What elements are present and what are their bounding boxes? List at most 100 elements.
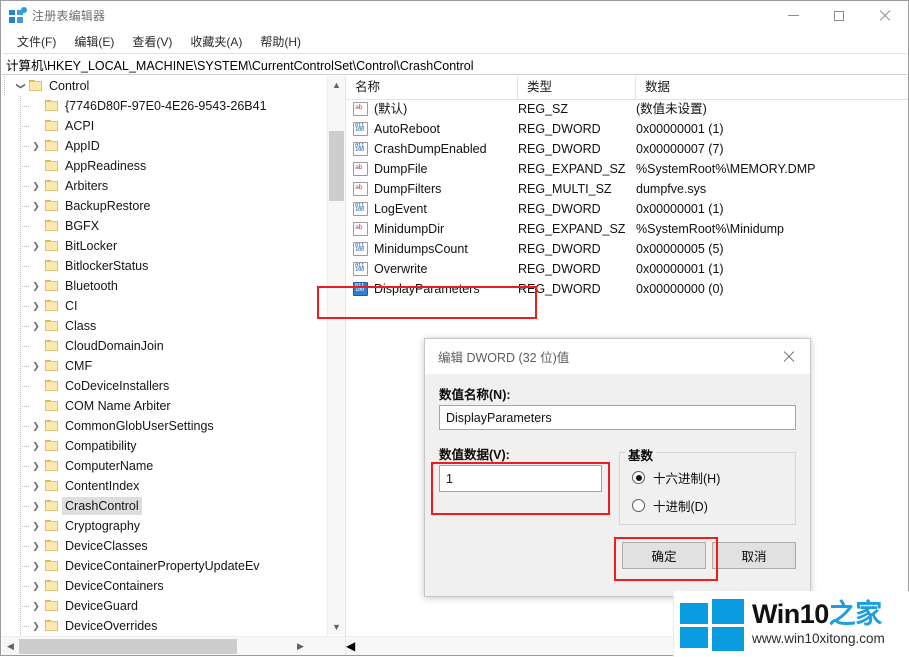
- chevron-right-icon[interactable]: ❯: [28, 198, 44, 214]
- tree-item[interactable]: ❯ ComputerName: [2, 456, 327, 476]
- values-scroll-left-icon[interactable]: ◀: [346, 639, 355, 653]
- column-header-name[interactable]: 名称: [346, 76, 518, 99]
- address-bar[interactable]: 计算机\HKEY_LOCAL_MACHINE\SYSTEM\CurrentCon…: [2, 53, 907, 75]
- radio-decimal[interactable]: 十进制(D): [632, 496, 708, 515]
- close-button[interactable]: [862, 1, 908, 30]
- chevron-right-icon[interactable]: ❯: [28, 458, 44, 474]
- tree-item[interactable]: CoDeviceInstallers: [2, 376, 327, 396]
- chevron-right-icon[interactable]: ❯: [28, 598, 44, 614]
- tree-item[interactable]: ❯ Cryptography: [2, 516, 327, 536]
- value-row[interactable]: 011 100 AutoReboot REG_DWORD 0x00000001 (1): [346, 119, 891, 139]
- value-row[interactable]: 011 100 LogEvent REG_DWORD 0x00000001 (1): [346, 199, 891, 219]
- string-value-icon: ab: [353, 222, 368, 236]
- value-name: Overwrite: [374, 262, 428, 276]
- tree-hscroll-thumb[interactable]: [19, 638, 237, 654]
- chevron-right-icon[interactable]: ❯: [28, 178, 44, 194]
- tree-scroll-thumb[interactable]: [329, 131, 344, 201]
- radio-hexadecimal[interactable]: 十六进制(H): [632, 468, 720, 487]
- tree-vertical-scrollbar[interactable]: ▲ ▼: [327, 76, 345, 635]
- chevron-right-icon[interactable]: ❯: [28, 438, 44, 454]
- tree-item[interactable]: ❯ ContentIndex: [2, 476, 327, 496]
- chevron-right-icon[interactable]: ❯: [28, 518, 44, 534]
- chevron-right-icon[interactable]: ❯: [28, 318, 44, 334]
- tree-item[interactable]: ❯ Class: [2, 316, 327, 336]
- tree-item-label: AppID: [65, 139, 100, 153]
- value-row[interactable]: ab (默认) REG_SZ (数值未设置): [346, 99, 891, 119]
- scroll-down-icon[interactable]: ▼: [328, 618, 345, 635]
- value-data: 0x00000001 (1): [636, 202, 724, 216]
- tree-item-label: DeviceContainers: [65, 579, 164, 593]
- tree-item[interactable]: ❯ Bluetooth: [2, 276, 327, 296]
- tree-item[interactable]: ❯ CommonGlobUserSettings: [2, 416, 327, 436]
- tree-item[interactable]: ❯ CrashControl: [2, 496, 327, 516]
- chevron-right-icon[interactable]: ❯: [28, 238, 44, 254]
- window-title: 注册表编辑器: [32, 9, 106, 23]
- value-row[interactable]: 011 100 MinidumpsCount REG_DWORD 0x00000005 …: [346, 239, 891, 259]
- maximize-button[interactable]: [816, 1, 862, 30]
- tree-item-label: Class: [65, 319, 97, 333]
- value-name-label: 数值名称(N):: [439, 388, 511, 402]
- scroll-left-icon[interactable]: ◀: [2, 638, 19, 655]
- minimize-button[interactable]: [770, 1, 816, 30]
- tree-item-label: Control: [49, 79, 90, 93]
- scroll-up-icon[interactable]: ▲: [328, 76, 345, 93]
- tree-item[interactable]: BGFX: [2, 216, 327, 236]
- dialog-close-button[interactable]: [768, 339, 810, 374]
- chevron-right-icon[interactable]: ❯: [28, 418, 44, 434]
- tree-item[interactable]: ACPI: [2, 116, 327, 136]
- tree-item[interactable]: ❯ DeviceGuard: [2, 596, 327, 616]
- value-name: LogEvent: [374, 202, 427, 216]
- tree-item[interactable]: ❯ CMF: [2, 356, 327, 376]
- tree-item[interactable]: {7746D80F-97E0-4E26-9543-26B41: [2, 96, 327, 116]
- tree-item[interactable]: ❯ DeviceContainers: [2, 576, 327, 596]
- tree-item[interactable]: AppReadiness: [2, 156, 327, 176]
- dword-value-icon: 011 100: [353, 142, 368, 156]
- tree-item[interactable]: ❯ BitLocker: [2, 236, 327, 256]
- value-row[interactable]: ab DumpFile REG_EXPAND_SZ %SystemRoot%\MEMO…: [346, 159, 891, 179]
- menu-item-help[interactable]: 帮助(H): [251, 31, 310, 52]
- chevron-right-icon[interactable]: ❯: [28, 618, 44, 634]
- registry-tree-pane: ❮ Control {7746D80F-97E0-4E26-9543-26B41 AC…: [2, 76, 346, 655]
- radio-dec-indicator: [632, 499, 645, 512]
- value-name-input[interactable]: DisplayParameters: [439, 405, 796, 430]
- watermark-brand-sub: 之家: [828, 599, 883, 629]
- chevron-right-icon[interactable]: ❯: [28, 278, 44, 294]
- chevron-right-icon[interactable]: ❯: [28, 578, 44, 594]
- value-row[interactable]: 011 100 CrashDumpEnabled REG_DWORD 0x0000000…: [346, 139, 891, 159]
- dword-value-icon: 011 100: [353, 202, 368, 216]
- tree-item[interactable]: BitlockerStatus: [2, 256, 327, 276]
- tree-item[interactable]: ❯ AppID: [2, 136, 327, 156]
- tree-item[interactable]: ❯ CI: [2, 296, 327, 316]
- tree-horizontal-scrollbar[interactable]: ◀ ▶: [2, 636, 345, 655]
- chevron-right-icon[interactable]: ❯: [28, 558, 44, 574]
- tree-item[interactable]: ❯ DeviceClasses: [2, 536, 327, 556]
- tree-item-root[interactable]: ❮ Control: [2, 76, 327, 96]
- tree-item[interactable]: ❯ DeviceContainerPropertyUpdateEv: [2, 556, 327, 576]
- scroll-right-icon[interactable]: ▶: [292, 638, 309, 655]
- tree-item[interactable]: ❯ Compatibility: [2, 436, 327, 456]
- chevron-right-icon[interactable]: ❯: [28, 358, 44, 374]
- chevron-right-icon[interactable]: ❯: [28, 538, 44, 554]
- chevron-down-icon[interactable]: ❮: [12, 78, 28, 94]
- column-header-data[interactable]: 数据: [636, 76, 908, 99]
- value-row[interactable]: 011 100 Overwrite REG_DWORD 0x00000001 (1): [346, 259, 891, 279]
- menu-item-edit[interactable]: 编辑(E): [65, 31, 123, 52]
- chevron-right-icon[interactable]: ❯: [28, 138, 44, 154]
- tree-item[interactable]: CloudDomainJoin: [2, 336, 327, 356]
- menu-item-file[interactable]: 文件(F): [8, 31, 65, 52]
- folder-icon: [44, 419, 60, 433]
- cancel-button[interactable]: 取消: [712, 542, 796, 569]
- value-row[interactable]: ab MinidumpDir REG_EXPAND_SZ %SystemRoot%\M…: [346, 219, 891, 239]
- value-row[interactable]: ab DumpFilters REG_MULTI_SZ dumpfve.sys: [346, 179, 891, 199]
- chevron-right-icon[interactable]: ❯: [28, 478, 44, 494]
- folder-icon: [44, 239, 60, 253]
- menu-item-favorites[interactable]: 收藏夹(A): [181, 31, 251, 52]
- chevron-right-icon[interactable]: ❯: [28, 298, 44, 314]
- tree-item[interactable]: ❯ BackupRestore: [2, 196, 327, 216]
- menu-item-view[interactable]: 查看(V): [123, 31, 181, 52]
- tree-item[interactable]: COM Name Arbiter: [2, 396, 327, 416]
- tree-item[interactable]: ❯ Arbiters: [2, 176, 327, 196]
- tree-item[interactable]: ❯ DeviceOverrides: [2, 616, 327, 635]
- chevron-right-icon[interactable]: ❯: [28, 498, 44, 514]
- column-header-type[interactable]: 类型: [518, 76, 636, 99]
